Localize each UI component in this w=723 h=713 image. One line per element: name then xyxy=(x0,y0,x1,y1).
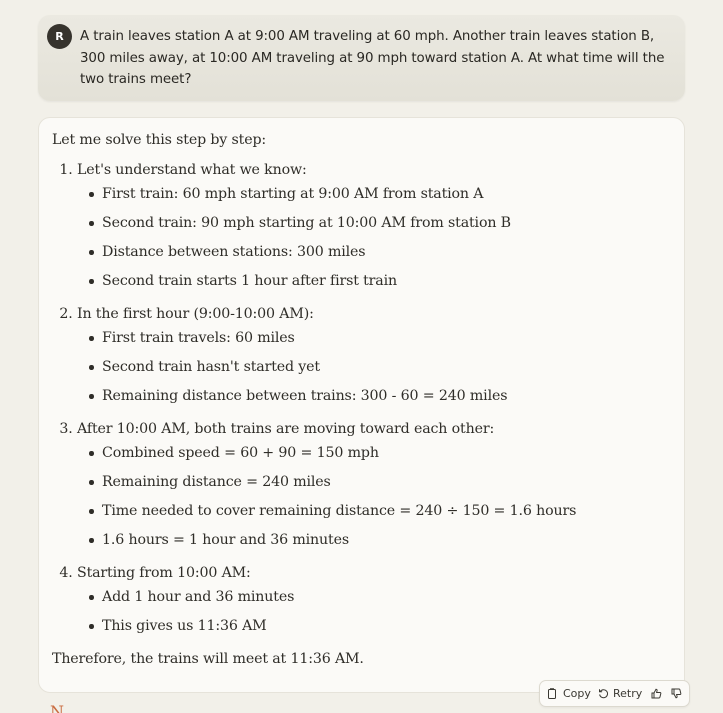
claude-logo-partial: N xyxy=(50,704,64,713)
clipboard-icon xyxy=(547,688,557,699)
step-item: After 10:00 AM, both trains are moving t… xyxy=(77,419,672,550)
bullet-item: Second train hasn't started yet xyxy=(89,357,672,377)
step-item: Let's understand what we know: First tra… xyxy=(77,160,672,291)
copy-button[interactable]: Copy xyxy=(547,681,591,706)
thumbs-up-button[interactable] xyxy=(651,681,662,706)
step-item: Starting from 10:00 AM: Add 1 hour and 3… xyxy=(77,563,672,636)
bullet-item: Distance between stations: 300 miles xyxy=(89,242,672,262)
user-avatar: R xyxy=(47,24,72,49)
bullet-item: First train travels: 60 miles xyxy=(89,328,672,348)
response-intro: Let me solve this step by step: xyxy=(52,132,267,148)
user-message-text: A train leaves station A at 9:00 AM trav… xyxy=(80,29,665,88)
bullet-item: Remaining distance between trains: 300 -… xyxy=(89,386,672,406)
copy-label: Copy xyxy=(563,687,591,700)
retry-button[interactable]: Retry xyxy=(598,681,642,706)
solution-steps-list: Let's understand what we know: First tra… xyxy=(52,160,672,636)
bullet-item: Combined speed = 60 + 90 = 150 mph xyxy=(89,443,672,463)
response-conclusion: Therefore, the trains will meet at 11:36… xyxy=(52,651,364,667)
assistant-response-card: Let me solve this step by step: Let's un… xyxy=(38,117,685,693)
step-heading: In the first hour (9:00-10:00 AM): xyxy=(77,306,314,322)
step-bullets: Combined speed = 60 + 90 = 150 mph Remai… xyxy=(77,443,672,550)
step-bullets: Add 1 hour and 36 minutes This gives us … xyxy=(77,587,672,636)
bullet-item: Add 1 hour and 36 minutes xyxy=(89,587,672,607)
step-heading: Starting from 10:00 AM: xyxy=(77,565,251,581)
step-heading: After 10:00 AM, both trains are moving t… xyxy=(77,421,495,437)
thumbs-up-icon xyxy=(651,688,662,699)
user-message-bubble: R A train leaves station A at 9:00 AM tr… xyxy=(38,15,685,101)
step-heading: Let's understand what we know: xyxy=(77,162,307,178)
bullet-item: This gives us 11:36 AM xyxy=(89,616,672,636)
bullet-item: Time needed to cover remaining distance … xyxy=(89,501,672,521)
step-item: In the first hour (9:00-10:00 AM): First… xyxy=(77,304,672,406)
retry-label: Retry xyxy=(613,687,643,700)
step-bullets: First train: 60 mph starting at 9:00 AM … xyxy=(77,184,672,291)
avatar-initial: R xyxy=(55,30,64,43)
bullet-item: Second train starts 1 hour after first t… xyxy=(89,271,672,291)
step-bullets: First train travels: 60 miles Second tra… xyxy=(77,328,672,406)
bullet-item: Second train: 90 mph starting at 10:00 A… xyxy=(89,213,672,233)
assistant-response-content: Let me solve this step by step: Let's un… xyxy=(52,130,672,669)
thumbs-down-icon xyxy=(671,688,682,699)
bullet-item: Remaining distance = 240 miles xyxy=(89,472,672,492)
bullet-item: First train: 60 mph starting at 9:00 AM … xyxy=(89,184,672,204)
thumbs-down-button[interactable] xyxy=(671,681,682,706)
message-action-bar: Copy Retry xyxy=(539,680,690,707)
bullet-item: 1.6 hours = 1 hour and 36 minutes xyxy=(89,530,672,550)
retry-arrow-icon xyxy=(598,688,609,699)
